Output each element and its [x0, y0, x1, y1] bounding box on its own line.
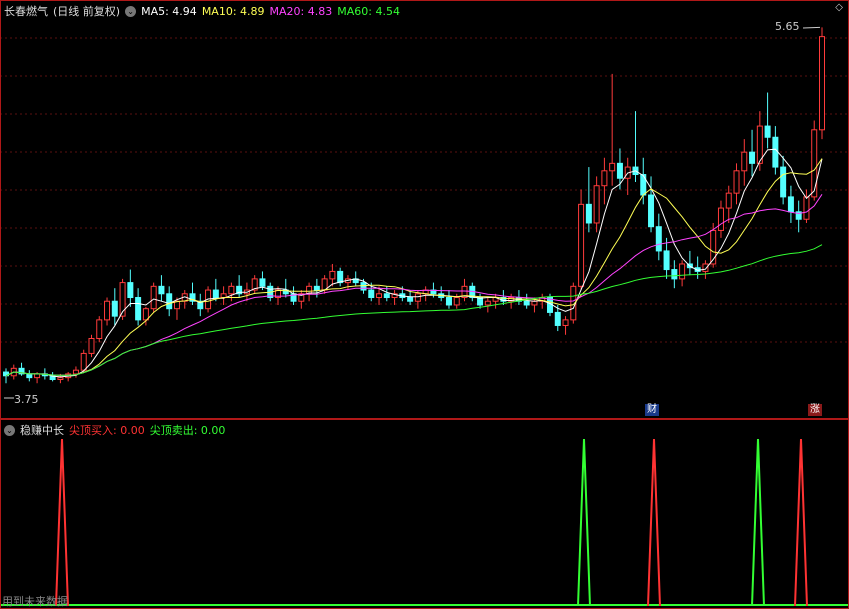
candle-body	[764, 125, 771, 138]
candle-body	[484, 300, 491, 306]
candle-body	[80, 352, 87, 371]
candle-body	[531, 300, 538, 306]
candle-body	[609, 162, 616, 172]
ma60-line	[5, 244, 823, 377]
low-price-label: 3.75	[14, 393, 39, 406]
candle-body	[96, 319, 103, 340]
candle-body	[166, 293, 173, 310]
candle-body	[150, 285, 157, 310]
candle-body	[780, 166, 787, 198]
cai-badge[interactable]: 财	[645, 404, 659, 416]
signal-spike	[577, 438, 591, 607]
candle-body	[578, 203, 585, 287]
indicator-pane[interactable]: ⌄ 稳赚中长 尖顶买入: 0.00 尖顶卖出: 0.00 用到未来数据	[0, 419, 849, 609]
candle-body	[562, 319, 569, 326]
ma20-label: MA20: 4.83	[269, 4, 333, 18]
chevron-down-icon[interactable]: ⌄	[125, 5, 137, 17]
candle-body	[313, 285, 320, 291]
period-label: (日线 前复权)	[53, 5, 121, 18]
indicator-name: 稳赚中长	[20, 424, 64, 437]
candle-body	[811, 129, 818, 198]
candle-body	[135, 297, 142, 321]
signal-spike	[647, 438, 661, 607]
indicator-header: ⌄ 稳赚中长 尖顶买入: 0.00 尖顶卖出: 0.00	[4, 422, 230, 438]
candle-body	[212, 289, 219, 299]
candle-body	[679, 263, 686, 280]
candle-body	[220, 293, 227, 299]
candle-body	[663, 250, 670, 271]
indicator-chart-svg[interactable]	[0, 419, 849, 609]
candle-body	[803, 196, 810, 220]
candle-body	[741, 151, 748, 172]
candle-body	[772, 136, 779, 168]
candle-body	[819, 36, 825, 131]
candle-body	[88, 338, 95, 354]
candle-body	[655, 226, 662, 252]
candle-body	[554, 311, 561, 326]
ma5-label: MA5: 4.94	[141, 4, 197, 18]
candle-body	[383, 293, 390, 299]
ma10-label: MA10: 4.89	[201, 4, 265, 18]
candle-body	[34, 373, 41, 379]
main-header: 长春燃气 (日线 前复权) ⌄ MA5: 4.94 MA10: 4.89 MA2…	[4, 3, 405, 19]
candle-body	[717, 207, 724, 231]
chevron-down-icon[interactable]: ⌄	[4, 424, 15, 436]
candle-body	[648, 194, 655, 228]
diamond-icon[interactable]: ◇	[835, 2, 843, 13]
candle-body	[329, 270, 336, 280]
ma10-line	[5, 158, 823, 377]
high-price-pointer	[802, 26, 821, 29]
candle-body	[671, 269, 678, 280]
ma60-label: MA60: 4.54	[337, 4, 400, 18]
candle-body	[337, 270, 344, 284]
candle-body	[414, 293, 421, 302]
candle-body	[368, 289, 375, 299]
future-data-warning: 用到未来数据	[2, 595, 68, 608]
signal-spike	[55, 438, 69, 607]
candle-body	[733, 170, 740, 194]
candle-body	[228, 285, 235, 295]
candle-body	[523, 300, 530, 306]
zhang-badge[interactable]: 涨	[808, 404, 822, 416]
candle-body	[127, 282, 134, 299]
candle-body	[360, 282, 367, 291]
price-chart-svg[interactable]	[0, 0, 849, 418]
candle-body	[111, 300, 118, 317]
signal-spike	[751, 438, 765, 607]
high-price-label: 5.65	[775, 20, 800, 33]
candle-body	[407, 297, 414, 302]
candle-body	[725, 192, 732, 209]
candle-body	[259, 278, 266, 287]
signal-spike	[794, 438, 808, 607]
candle-body	[616, 162, 623, 179]
candle-body	[453, 297, 460, 306]
candle-body	[593, 185, 600, 224]
buy-signal-label: 尖顶买入: 0.00	[69, 424, 145, 437]
candle-body	[445, 297, 452, 306]
stock-name: 长春燃气	[4, 5, 48, 18]
candle-body	[26, 373, 33, 379]
candlestick-chart-pane[interactable]: 长春燃气 (日线 前复权) ⌄ MA5: 4.94 MA10: 4.89 MA2…	[0, 0, 849, 419]
candle-body	[601, 170, 608, 187]
candle-body	[104, 300, 111, 321]
candle-body	[749, 151, 756, 164]
candle-body	[57, 377, 64, 381]
candle-body	[585, 203, 592, 224]
candle-body	[72, 369, 79, 375]
candle-body	[376, 293, 383, 299]
candle-body	[158, 285, 165, 295]
candle-body	[787, 196, 794, 213]
ma5-line	[5, 148, 823, 378]
sell-signal-label: 尖顶卖出: 0.00	[149, 424, 226, 437]
